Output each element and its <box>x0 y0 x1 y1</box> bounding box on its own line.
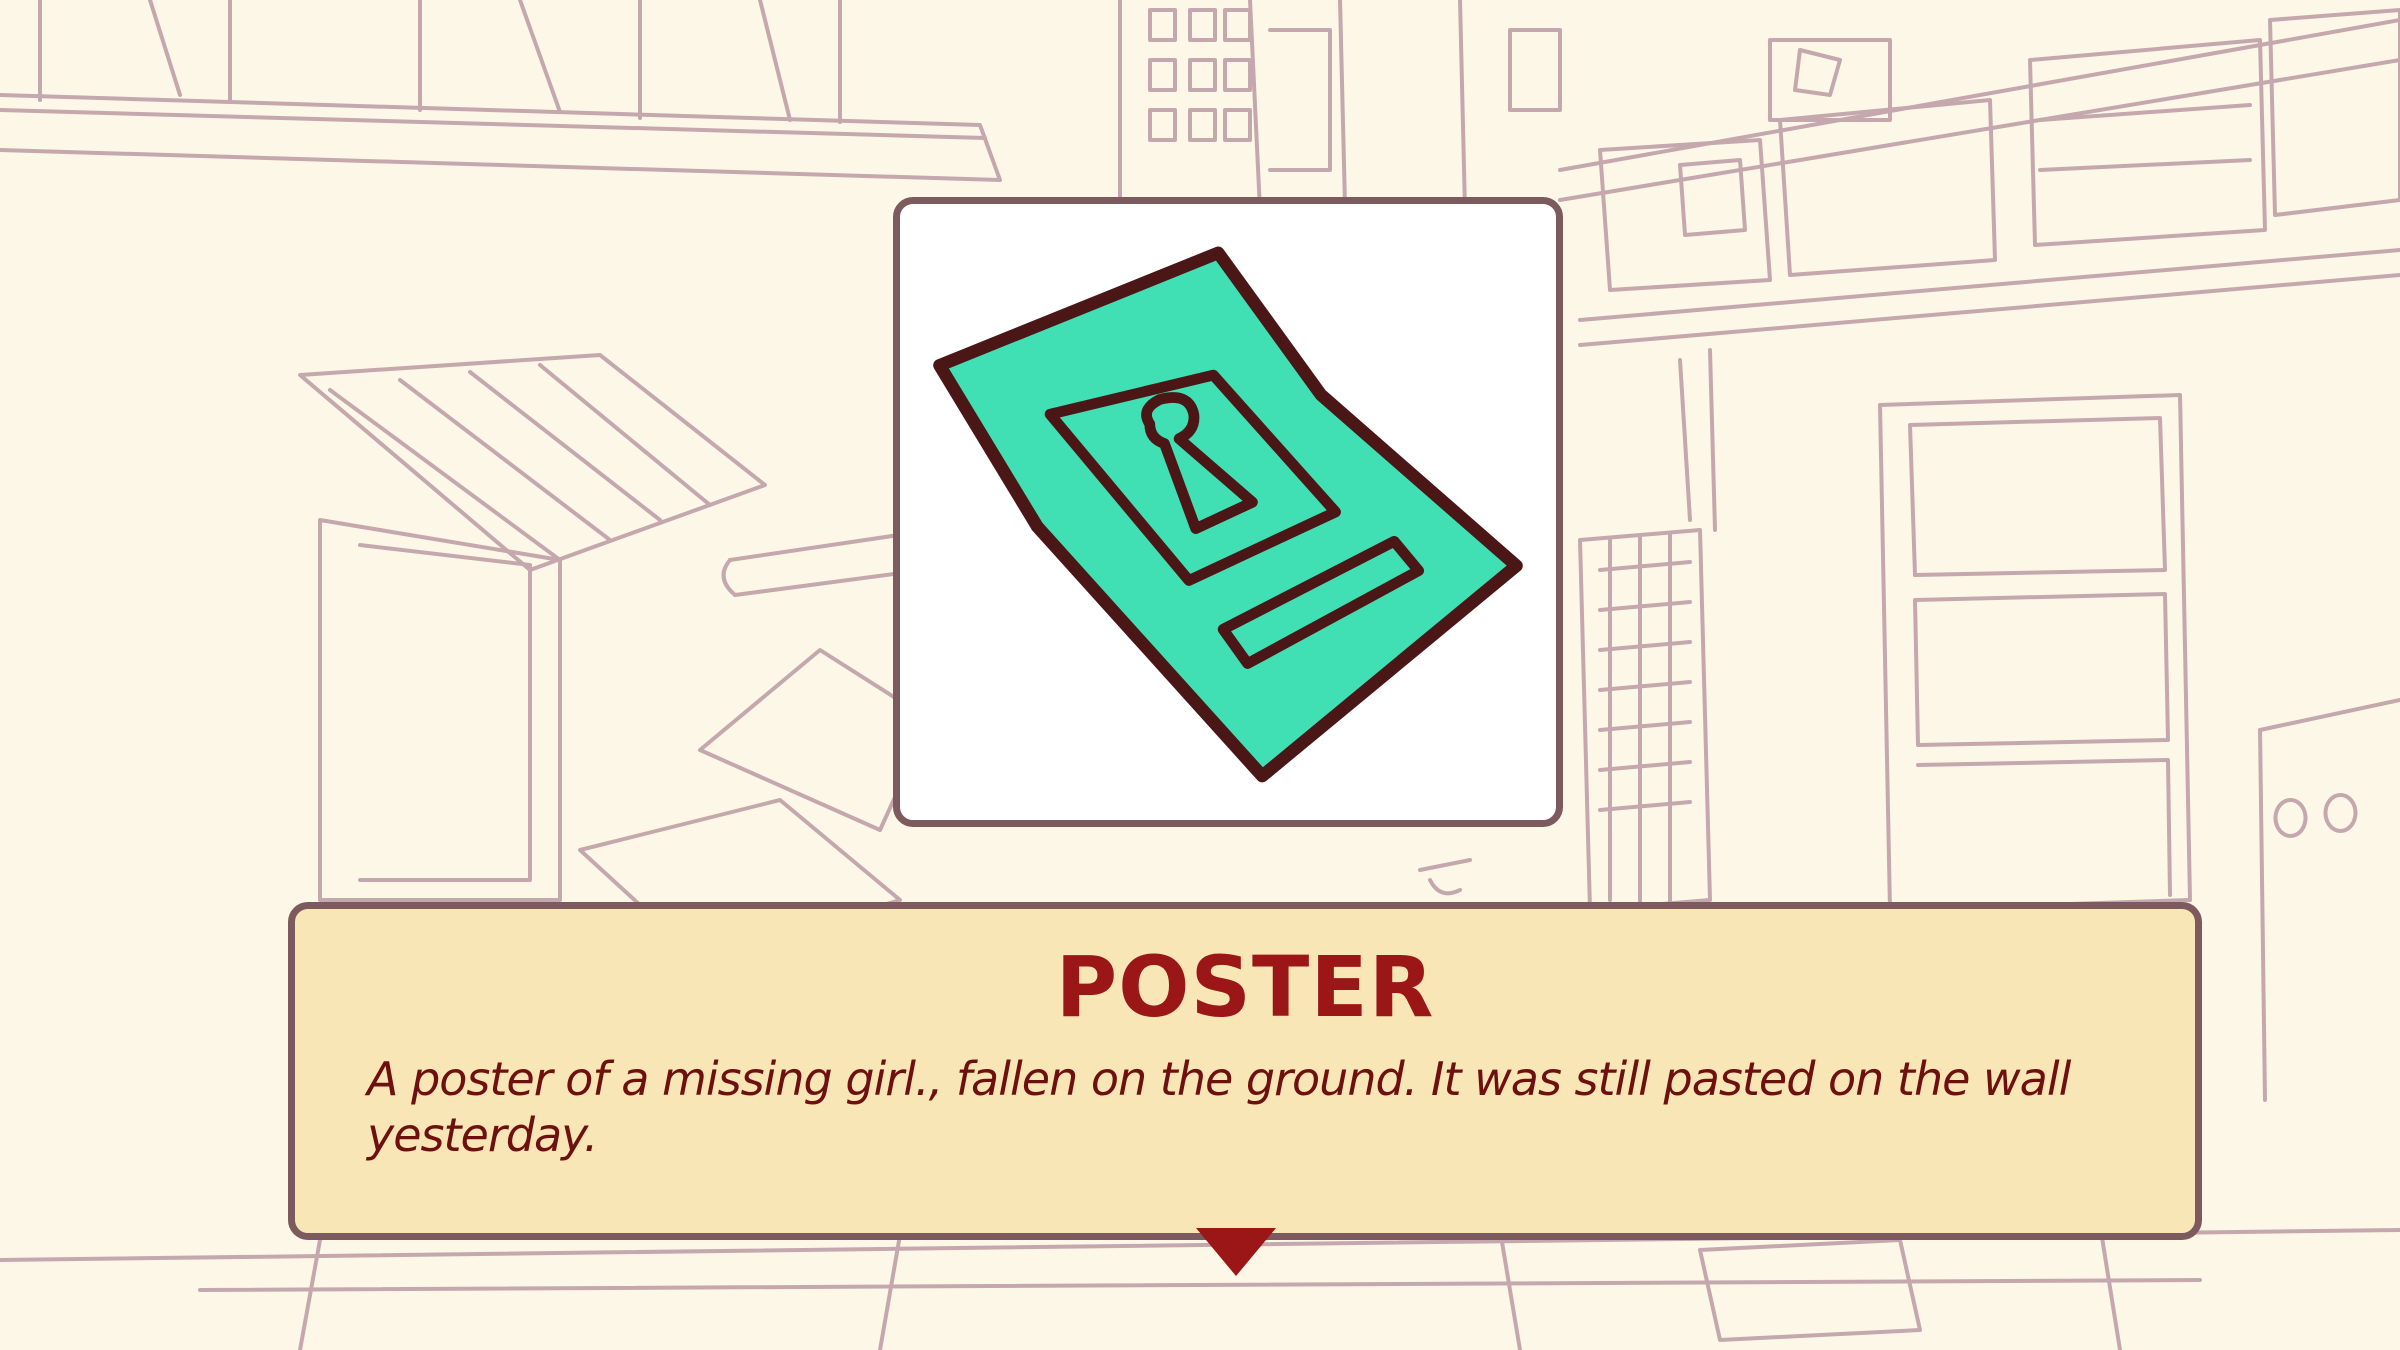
advance-dialog-arrow-icon[interactable] <box>1196 1228 1276 1276</box>
item-description: A poster of a missing girl., fallen on t… <box>367 1052 2071 1162</box>
item-title: POSTER <box>1055 938 1435 1036</box>
missing-poster-icon <box>933 246 1523 783</box>
game-scene[interactable]: POSTER A poster of a missing girl., fall… <box>0 0 2400 1350</box>
item-preview-panel <box>893 197 1563 827</box>
dialog-box[interactable]: POSTER A poster of a missing girl., fall… <box>288 902 2202 1240</box>
